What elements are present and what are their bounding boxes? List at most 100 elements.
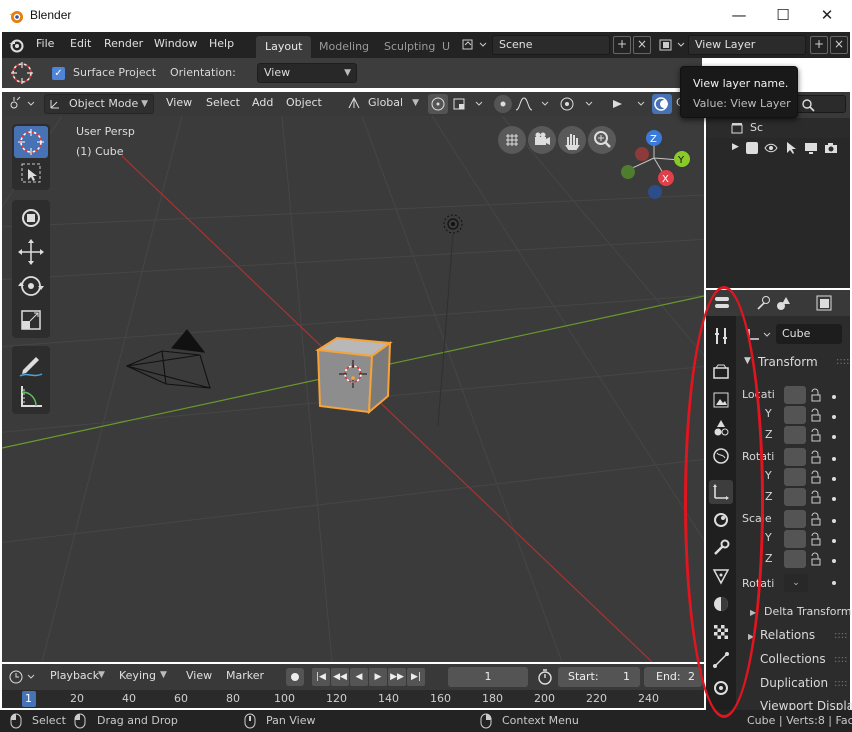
relations-panel[interactable]: Relations <box>760 628 815 642</box>
scale-y-field[interactable] <box>784 530 806 548</box>
delta-transform-arrow-icon[interactable]: ▶ <box>750 608 756 617</box>
minimize-button[interactable]: — <box>716 0 762 30</box>
tab-sculpting[interactable]: Sculpting <box>375 36 444 58</box>
tab-constraints-icon[interactable] <box>709 648 733 672</box>
cursor-tool-button[interactable] <box>14 126 48 158</box>
properties-editor-type-icon[interactable] <box>712 293 734 313</box>
timeline-editor-type-icon[interactable] <box>8 668 38 686</box>
delta-transform-panel[interactable]: Delta Transform <box>764 605 852 618</box>
surface-project-checkbox[interactable]: ✓ <box>52 67 65 80</box>
rotation-y-field[interactable] <box>784 468 806 486</box>
pin-icon[interactable] <box>756 295 772 311</box>
monitor-icon[interactable] <box>804 141 818 155</box>
drag-handle-icon[interactable]: :::: <box>836 356 849 367</box>
timeline-ruler[interactable]: 1 20 40 60 80 100 120 140 160 180 200 22… <box>2 690 704 708</box>
duplication-panel[interactable]: Duplication <box>760 676 828 690</box>
viewport-menu-add[interactable]: Add <box>252 96 273 109</box>
drag-handle-icon[interactable]: :::: <box>834 654 847 665</box>
measure-tool-icon[interactable] <box>14 380 48 412</box>
close-window-button[interactable]: ✕ <box>804 0 850 30</box>
viewport-menu-select[interactable]: Select <box>206 96 240 109</box>
tab-world-icon[interactable] <box>709 444 733 468</box>
tab-layout[interactable]: Layout <box>256 36 312 58</box>
jump-start-button[interactable]: |◀ <box>312 668 330 686</box>
delete-view-layer-button[interactable]: × <box>830 36 848 54</box>
delete-scene-button[interactable]: × <box>633 36 651 54</box>
scene-selector-icon[interactable] <box>460 37 490 53</box>
tab-tool-icon[interactable] <box>709 324 733 348</box>
menu-help[interactable]: Help <box>209 37 234 50</box>
timeline-menu-playback[interactable]: Playback <box>50 669 99 682</box>
gizmos-icon[interactable] <box>610 96 650 112</box>
play-reverse-button[interactable]: ◀ <box>350 668 368 686</box>
tab-uv-editing[interactable]: U <box>440 36 452 58</box>
view-layer-selector-icon[interactable] <box>658 37 688 53</box>
transform-collapse-arrow-icon[interactable]: ▼ <box>744 356 751 366</box>
tab-output-icon[interactable] <box>709 388 733 412</box>
tab-modeling[interactable]: Modeling <box>310 36 378 58</box>
camera-view-icon[interactable] <box>528 126 556 154</box>
collections-panel[interactable]: Collections <box>760 652 826 666</box>
3d-viewport[interactable]: Z Y X User Persp (1) Cube <box>2 116 704 662</box>
menu-file[interactable]: File <box>36 37 54 50</box>
scale-x-field[interactable] <box>784 510 806 528</box>
rotation-z-field[interactable] <box>784 488 806 506</box>
new-scene-button[interactable]: + <box>613 36 631 54</box>
outliner-search-input[interactable] <box>792 95 846 113</box>
tab-modifier-icon[interactable] <box>709 508 733 532</box>
light-object[interactable] <box>437 214 463 427</box>
view-layer-name-field[interactable]: View Layer <box>688 35 806 55</box>
timeline-menu-keying[interactable]: Keying <box>119 669 156 682</box>
outliner-row-collection[interactable]: ▶ <box>706 138 850 158</box>
tab-wrench-icon[interactable] <box>709 536 733 560</box>
current-frame-field[interactable]: 1 <box>448 667 528 687</box>
menu-window[interactable]: Window <box>154 37 197 50</box>
stopwatch-icon[interactable] <box>536 668 554 686</box>
cube-object[interactable] <box>315 336 393 415</box>
viewport-menu-object[interactable]: Object <box>286 96 322 109</box>
tab-data-icon[interactable] <box>709 676 733 700</box>
menu-render[interactable]: Render <box>104 37 143 50</box>
maximize-button[interactable]: ☐ <box>760 0 806 30</box>
viewport-menu-view[interactable]: View <box>166 96 192 109</box>
location-x-field[interactable] <box>784 386 806 404</box>
location-y-field[interactable] <box>784 406 806 424</box>
selectable-arrow-icon[interactable] <box>784 141 798 155</box>
scale-tool-icon[interactable] <box>14 304 48 336</box>
camera-object[interactable] <box>125 329 211 389</box>
eye-icon[interactable] <box>764 141 778 155</box>
zoom-view-icon[interactable] <box>588 126 616 154</box>
outliner-row-scene-collection[interactable]: Sc <box>706 118 850 138</box>
transform-panel-title[interactable]: Transform <box>758 355 818 369</box>
scene-name-field[interactable]: Scene <box>492 35 610 55</box>
object-visibility-icon[interactable] <box>558 96 598 112</box>
timeline-menu-view[interactable]: View <box>186 669 212 682</box>
record-button[interactable] <box>286 668 304 686</box>
tab-render-icon[interactable] <box>709 360 733 384</box>
outliner-panel[interactable]: Sc ▶ <box>706 92 850 288</box>
drag-handle-icon[interactable]: :::: <box>834 678 847 689</box>
render-camera-icon[interactable] <box>824 141 838 155</box>
toggle-camera-ortho-icon[interactable] <box>498 126 526 154</box>
play-button[interactable]: ▶ <box>369 668 387 686</box>
falloff-icon[interactable] <box>514 96 554 112</box>
properties-editor[interactable]: Cube ▼ Transform :::: Locati Y Z Rotati … <box>706 290 852 713</box>
editor-type-icon[interactable] <box>8 96 38 112</box>
blender-menu-icon[interactable] <box>8 37 24 53</box>
rotation-mode-dropdown[interactable]: ⌄ <box>784 574 808 592</box>
tab-physics-icon[interactable] <box>709 592 733 616</box>
end-frame-field[interactable]: End: 2 <box>644 667 702 687</box>
orientation-dropdown[interactable]: View ▼ <box>257 63 357 83</box>
new-view-layer-button[interactable]: + <box>810 36 828 54</box>
prev-keyframe-button[interactable]: ◀◀ <box>331 668 349 686</box>
mode-dropdown[interactable]: Object Mode ▼ <box>44 94 154 114</box>
drag-handle-icon[interactable]: :::: <box>834 630 847 641</box>
annotate-tool-icon[interactable] <box>14 348 48 380</box>
expand-arrow-icon[interactable]: ▶ <box>732 142 739 152</box>
navigation-gizmo[interactable]: Z Y X <box>621 130 690 199</box>
pivot-point-icon[interactable] <box>428 94 448 114</box>
tab-object-icon[interactable] <box>709 480 733 504</box>
move-tool-icon[interactable] <box>14 202 48 234</box>
timeline-menu-marker[interactable]: Marker <box>226 669 264 682</box>
jump-end-button[interactable]: ▶| <box>407 668 425 686</box>
